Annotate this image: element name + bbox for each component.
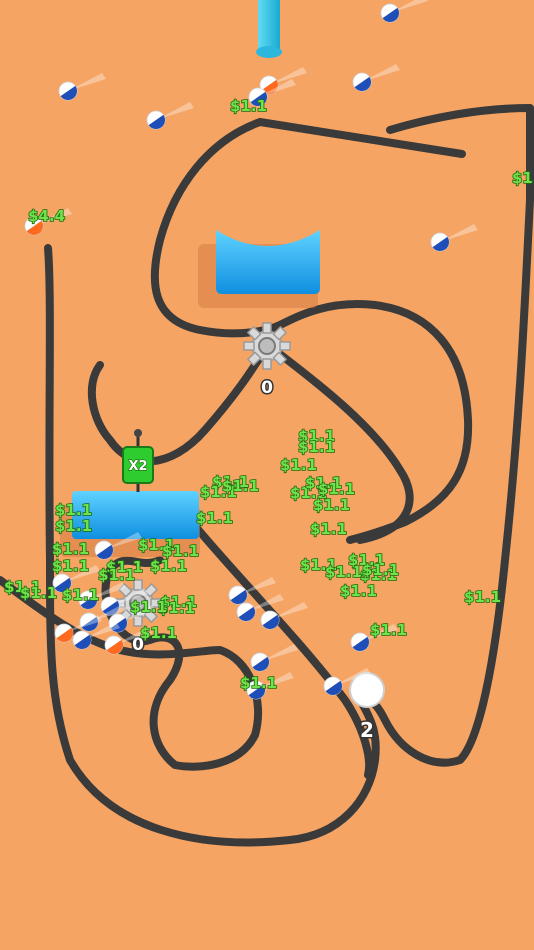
beach-ball-icon (250, 644, 298, 672)
bucket-top (198, 230, 320, 308)
money-label: $1.1 (150, 557, 187, 575)
white-ball-counter: 2 (360, 718, 374, 742)
track-right-wall (356, 104, 534, 767)
money-label: $1.1 (140, 624, 177, 642)
money-label: $1.1 (20, 584, 57, 602)
money-label: $1.1 (230, 97, 267, 115)
ball-pipe (256, 0, 282, 58)
drawn-track (0, 104, 534, 847)
money-label: $1.1 (464, 588, 501, 606)
money-label: $1.1 (310, 520, 347, 538)
spinner-top-counter: 0 (261, 378, 273, 398)
money-label: $1.1 (62, 586, 99, 604)
money-label: $1.1 (240, 674, 277, 692)
money-label: $1.1 (196, 509, 233, 527)
multiplier-label: X2 (128, 459, 147, 474)
money-label: $1.1 (362, 561, 399, 579)
beach-ball-icon (380, 0, 428, 23)
beach-ball-icon (352, 64, 400, 92)
money-label: $1.1 (512, 169, 534, 187)
money-label: $1.1 (313, 496, 350, 514)
game-board[interactable]: X2 0 0 2 $1.1$1 $4.4$1.1$1.1$1.1$1.1$1.1… (0, 0, 534, 950)
money-label: $4.4 (28, 207, 65, 225)
money-label: $1.1 (340, 582, 377, 600)
money-label: $1.1 (98, 566, 135, 584)
money-label: $1.1 (222, 477, 259, 495)
money-label: $1.1 (52, 540, 89, 558)
money-label: $1.1 (130, 598, 167, 616)
money-label: $1.1 (298, 438, 335, 456)
money-label: $1.1 (55, 517, 92, 535)
beach-ball-icon (58, 73, 106, 101)
beach-ball-icon (146, 102, 194, 130)
money-label: $1.1 (52, 557, 89, 575)
beach-ball-icon (430, 224, 478, 252)
money-label: $1.1 (280, 456, 317, 474)
gear-icon[interactable] (243, 322, 291, 370)
money-label: $1.1 (370, 621, 407, 639)
multiplier-gate[interactable]: X2 (122, 429, 154, 492)
